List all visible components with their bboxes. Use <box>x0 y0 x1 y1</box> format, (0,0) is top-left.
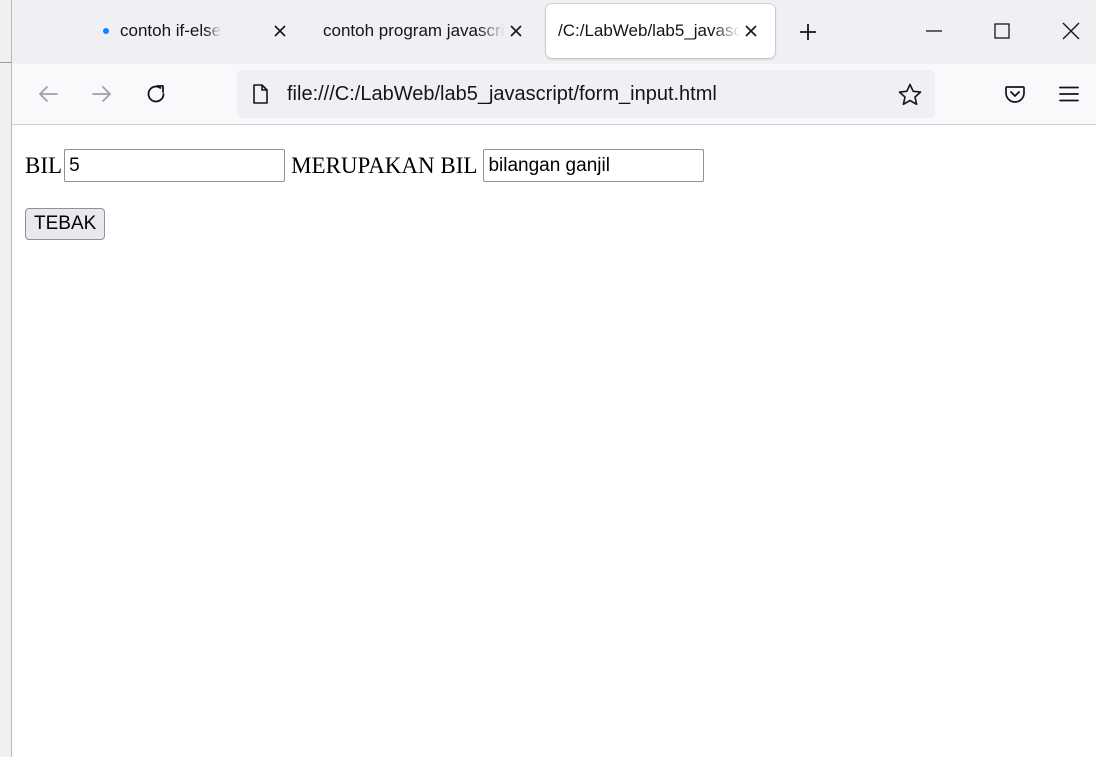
form-row: BIL MERUPAKAN BIL <box>25 149 705 182</box>
close-icon[interactable] <box>272 23 288 39</box>
arrow-right-icon[interactable] <box>86 78 118 110</box>
arrow-left-icon[interactable] <box>32 78 64 110</box>
tebak-button[interactable]: TEBAK <box>25 208 106 240</box>
star-icon[interactable] <box>897 82 923 108</box>
tab-contoh-program-javascript[interactable]: contoh program javascript <box>312 4 540 58</box>
tab-label: /C:/LabWeb/lab5_javascript/form_input.ht… <box>558 21 740 40</box>
tab-label: contoh if-else <box>120 21 222 40</box>
document-icon <box>249 83 271 105</box>
result-label: MERUPAKAN BIL <box>291 152 478 178</box>
page-content: BIL MERUPAKAN BIL TEBAK <box>12 125 1096 757</box>
background-window-edge <box>0 0 12 757</box>
tab-loading-dot <box>103 28 109 34</box>
tab-form-input-active[interactable]: /C:/LabWeb/lab5_javascript/form_input.ht… <box>546 4 775 58</box>
url-text[interactable]: file:///C:/LabWeb/lab5_javascript/form_i… <box>287 83 717 106</box>
browser-window: contoh if-else contoh program javascript… <box>12 0 1096 757</box>
tab-label: contoh program javascript <box>323 21 505 40</box>
plus-icon[interactable] <box>794 18 822 46</box>
close-window-icon[interactable] <box>1053 14 1089 48</box>
address-bar[interactable]: file:///C:/LabWeb/lab5_javascript/form_i… <box>237 70 935 118</box>
close-icon[interactable] <box>508 23 524 39</box>
pocket-icon[interactable] <box>999 78 1031 110</box>
reload-icon[interactable] <box>140 78 172 110</box>
close-icon[interactable] <box>743 23 759 39</box>
bil-label: BIL <box>25 152 63 178</box>
hamburger-icon[interactable] <box>1053 78 1085 110</box>
tab-bar: contoh if-else contoh program javascript… <box>12 0 1096 64</box>
maximize-icon[interactable] <box>984 14 1020 48</box>
navigation-toolbar: file:///C:/LabWeb/lab5_javascript/form_i… <box>12 64 1096 125</box>
tab-contoh-if-else[interactable]: contoh if-else <box>90 4 306 58</box>
result-input[interactable] <box>483 149 705 182</box>
minimize-icon[interactable] <box>916 14 952 48</box>
bil-input[interactable] <box>64 149 286 182</box>
